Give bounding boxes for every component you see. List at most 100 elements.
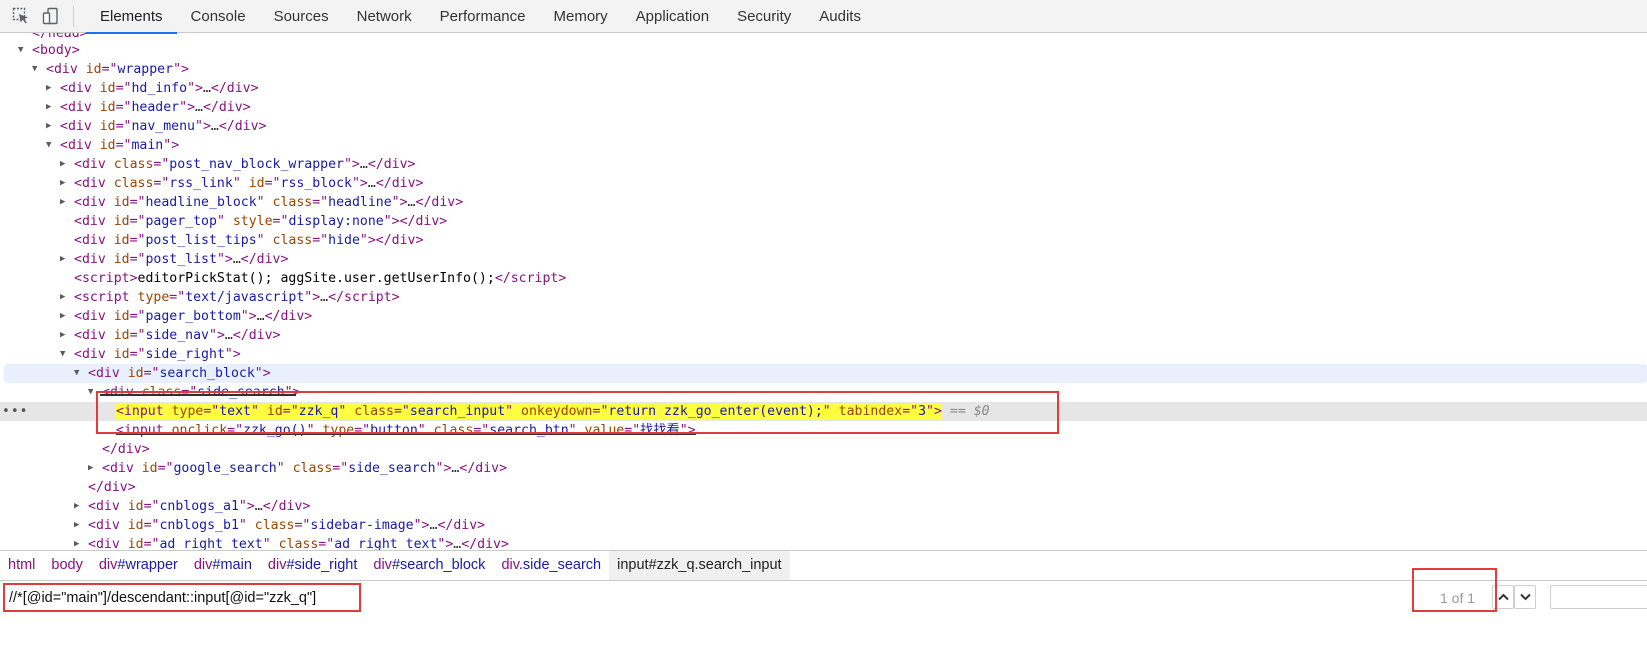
attr-value: side_search [197,385,285,400]
attr-value: hide [328,233,360,248]
tab-elements[interactable]: Elements [86,0,177,34]
panel-tabs: Elements Console Sources Network Perform… [86,0,875,34]
tree-row-cnblogs-b1[interactable]: ▶ <div id="cnblogs_b1" class="sidebar-ima… [0,516,1647,535]
expanded-arrow-icon[interactable]: ▼ [32,60,46,79]
attr-value: text [219,404,251,419]
tree-row-input-button[interactable]: <input onclick="zzk_go()" type="button" … [0,421,1647,440]
tab-network[interactable]: Network [343,0,426,33]
cancel-button[interactable] [1550,585,1647,609]
breadcrumb-item-search-block[interactable]: div#search_block [365,551,493,580]
expanded-arrow-icon[interactable]: ▼ [74,364,88,383]
attr-value: header [131,100,180,115]
collapsed-arrow-icon[interactable]: ▶ [60,326,74,345]
tab-memory[interactable]: Memory [540,0,622,33]
chevron-down-icon [1520,593,1531,601]
attr-value: nav_menu [131,119,196,134]
collapsed-arrow-icon[interactable]: ▶ [60,250,74,269]
device-toolbar-icon[interactable] [42,7,60,25]
attr-value: 3 [918,404,927,419]
tree-row-header[interactable]: ▶ <div id="header">…</div> [0,98,1647,117]
collapsed-arrow-icon[interactable]: ▶ [60,193,74,212]
collapsed-arrow-icon[interactable]: ▶ [74,497,88,516]
tree-row-search-block[interactable]: ▼ <div id="search_block"> [4,364,1647,383]
tab-security[interactable]: Security [723,0,805,33]
expanded-arrow-icon[interactable]: ▼ [18,41,32,60]
tree-row-pager-top[interactable]: <div id="pager_top" style="display:none"… [0,212,1647,231]
expanded-arrow-icon[interactable]: ▼ [60,345,74,364]
breadcrumb-item-side-right[interactable]: div#side_right [260,551,365,580]
collapsed-arrow-icon[interactable]: ▶ [60,155,74,174]
tree-row-search-block-close[interactable]: </div> [0,478,1647,497]
collapsed-arrow-icon[interactable]: ▶ [46,117,60,136]
tab-performance[interactable]: Performance [426,0,540,33]
attr-value: display:none [288,214,384,229]
tree-row-side-nav[interactable]: ▶ <div id="side_nav">…</div> [0,326,1647,345]
breadcrumb-item-current[interactable]: input#zzk_q.search_input [609,551,790,580]
collapsed-arrow-icon[interactable]: ▶ [74,516,88,535]
tree-row-post-list[interactable]: ▶ <div id="post_list">…</div> [0,250,1647,269]
tree-row-wrapper[interactable]: ▼ <div id="wrapper"> [0,60,1647,79]
breadcrumb-item-html[interactable]: html [0,551,43,580]
attr-value: post_list_tips [145,233,257,248]
tree-row-post-list-tips[interactable]: <div id="post_list_tips" class="hide"></… [0,231,1647,250]
tab-audits[interactable]: Audits [805,0,875,33]
more-options-icon[interactable]: ••• [2,402,28,421]
attr-value: zzk_go() [243,423,307,438]
tree-row-google-search[interactable]: ▶ <div id="google_search" class="side_sea… [0,459,1647,478]
tab-sources[interactable]: Sources [260,0,343,33]
tree-row-rss-block[interactable]: ▶ <div class="rss_link" id="rss_block">…<… [0,174,1647,193]
expanded-arrow-icon[interactable]: ▼ [46,136,60,155]
attr-value: search_block [159,366,255,381]
overlay-strike [116,433,696,435]
tree-row-cnblogs-a1[interactable]: ▶ <div id="cnblogs_a1">…</div> [0,497,1647,516]
breadcrumb-selector: #side_right [286,557,358,573]
attr-value: 找找看 [640,423,680,438]
tree-row-input-selected[interactable]: ••• <input type="text" id="zzk_q" class="… [0,402,1647,421]
inspect-element-icon[interactable] [12,7,30,25]
attr-value: side_right [145,347,225,362]
tree-row-ad-right-text[interactable]: ▶ <div id="ad_right_text" class="ad_right… [0,535,1647,550]
breadcrumb-item-main[interactable]: div#main [186,551,260,580]
previous-match-button[interactable] [1492,585,1514,609]
breadcrumb-item-side-search[interactable]: div.side_search [493,551,609,580]
collapsed-arrow-icon[interactable]: ▶ [74,535,88,550]
collapsed-arrow-icon[interactable]: ▶ [60,307,74,326]
tab-console[interactable]: Console [177,0,260,33]
tree-row-side-search-close[interactable]: </div> [0,440,1647,459]
tree-row-pager-bottom[interactable]: ▶ <div id="pager_bottom">…</div> [0,307,1647,326]
tree-row-script-inline[interactable]: <script>editorPickStat(); aggSite.user.g… [0,269,1647,288]
tree-row-post-nav[interactable]: ▶ <div class="post_nav_block_wrapper">…</… [0,155,1647,174]
expanded-arrow-icon[interactable]: ▼ [88,383,102,402]
overlay-strike [100,394,296,396]
tree-row-nav-menu[interactable]: ▶ <div id="nav_menu">…</div> [0,117,1647,136]
collapsed-arrow-icon[interactable]: ▶ [46,98,60,117]
breadcrumb-tag: input [617,557,649,573]
tree-row-body[interactable]: ▼ <body> [0,41,1647,60]
tab-application[interactable]: Application [622,0,723,33]
breadcrumb-tag: div [98,557,118,573]
tree-row-side-right[interactable]: ▼ <div id="side_right"> [0,345,1647,364]
breadcrumb-selector: #main [212,557,252,573]
collapsed-arrow-icon[interactable]: ▶ [46,79,60,98]
breadcrumb: html body div#wrapper div#main div#side_… [0,550,1647,580]
breadcrumb-item-wrapper[interactable]: div#wrapper [91,551,186,580]
attr-value: rss_link [169,176,233,191]
tree-row-main[interactable]: ▼ <div id="main"> [0,136,1647,155]
breadcrumb-tag: body [51,557,83,573]
tree-row-headline-block[interactable]: ▶ <div id="headline_block" class="headlin… [0,193,1647,212]
attr-value: post_nav_block_wrapper [169,157,344,172]
search-input[interactable] [3,584,1398,611]
next-match-button[interactable] [1514,585,1536,609]
head-close-tag: </head> [32,33,88,41]
collapsed-arrow-icon[interactable]: ▶ [88,459,102,478]
collapsed-arrow-icon[interactable]: ▶ [60,288,74,307]
collapsed-arrow-icon[interactable]: ▶ [60,174,74,193]
tree-row-script-type[interactable]: ▶ <script type="text/javascript">…</scrip… [0,288,1647,307]
tree-row-hd-info[interactable]: ▶ <div id="hd_info">…</div> [0,79,1647,98]
attr-value: pager_top [145,214,217,229]
attr-value: side_search [348,461,436,476]
breadcrumb-selector: #wrapper [117,557,178,573]
body-open-tag: <body> [32,43,80,58]
breadcrumb-item-body[interactable]: body [43,551,90,580]
tree-row-side-search[interactable]: ▼ <div class="side_search"> [0,383,1647,402]
